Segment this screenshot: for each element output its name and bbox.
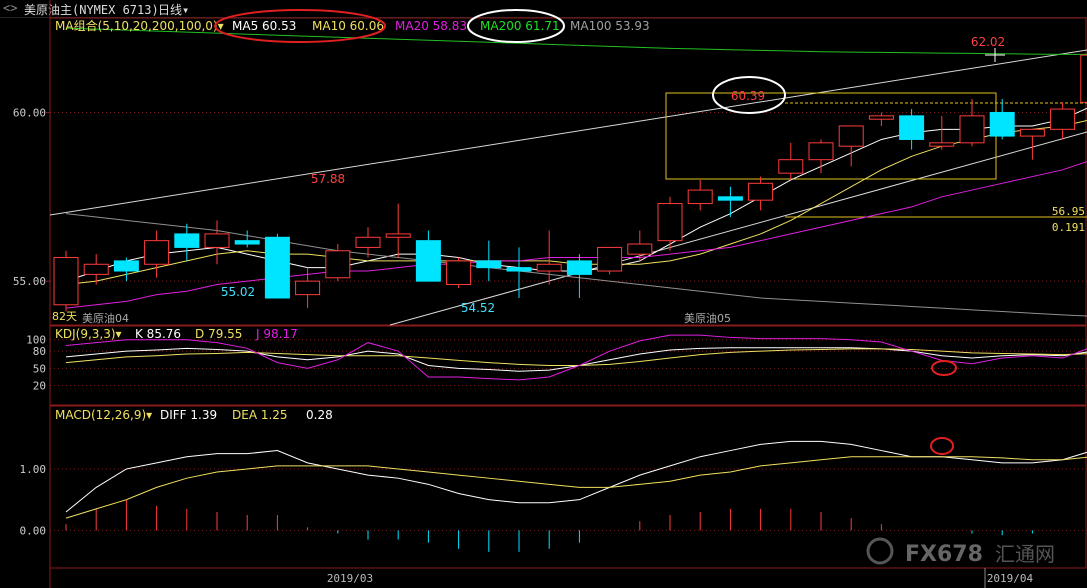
- candle-body: [234, 240, 260, 245]
- trendline-lower: [389, 131, 1087, 326]
- level-value: 0.191: [1052, 221, 1085, 234]
- candle-body: [748, 182, 774, 201]
- candle-body: [476, 260, 502, 269]
- macd-readout: DIFF 1.39: [160, 408, 217, 422]
- candle-body: [174, 233, 200, 248]
- candle-body: [113, 260, 139, 272]
- price-label: 55.00: [13, 275, 46, 288]
- candle-body: [838, 125, 864, 147]
- macd-level-label: 1.00: [20, 463, 47, 476]
- candle-body: [959, 115, 985, 144]
- peak-annotation: 60.39: [731, 89, 765, 103]
- kdj-level-label: 20: [33, 380, 46, 393]
- kdj-line-k: [65, 347, 1087, 372]
- kdj-level-label: 80: [33, 345, 46, 358]
- candle-body: [446, 260, 472, 286]
- candle-body: [687, 189, 713, 205]
- macd-level-label: 0.00: [20, 524, 47, 537]
- ma-readout: MA10 60.06: [312, 19, 384, 33]
- ma-readout: MA100 53.93: [570, 19, 650, 33]
- contract-label: 美原油05: [684, 311, 731, 325]
- macd-line-dea: [65, 456, 1087, 519]
- candle-body: [83, 263, 109, 275]
- candle-body: [204, 233, 230, 248]
- swing-low-annotation: 55.02: [221, 285, 255, 299]
- candle-body: [1080, 54, 1087, 103]
- candle-body: [415, 240, 441, 282]
- pane-border: [49, 17, 1087, 326]
- ma-line-ma20: [65, 161, 1087, 309]
- candle-body: [808, 142, 834, 161]
- candle-body: [536, 263, 562, 272]
- candle-body: [53, 257, 79, 306]
- candle-body: [778, 159, 804, 174]
- macd-indicator-label: MACD(12,26,9)▾: [55, 408, 152, 422]
- candle-body: [566, 260, 592, 275]
- watermark-subtext: 汇通网: [995, 542, 1055, 566]
- kdj-readout: J 98.17: [255, 327, 298, 341]
- candle-body: [1050, 108, 1076, 130]
- contract-label: 美原油04: [82, 311, 129, 325]
- candle-body: [144, 240, 170, 265]
- macd-readout: 0.28: [306, 408, 333, 422]
- macd-readout: DEA 1.25: [232, 408, 288, 422]
- candlestick-chart[interactable]: 60.00 55.00 56.95 0.191 62.02 60.39 57.88 55.02…: [0, 0, 1087, 588]
- swing-high-annotation: 57.88: [311, 172, 345, 186]
- ma-readout: MA5 60.53: [232, 19, 296, 33]
- kdj-line-j: [65, 334, 1087, 381]
- ma-line-ma10: [65, 119, 1087, 286]
- price-label: 60.00: [13, 106, 46, 119]
- candle-body: [295, 280, 321, 296]
- trendline-upper: [49, 49, 1087, 216]
- candle-body: [929, 142, 955, 147]
- watermark-logo: [866, 537, 894, 565]
- ma-indicator-label: MA组合(5,10,20,200,100,0)▾: [55, 18, 224, 33]
- candle-body: [325, 250, 351, 279]
- kdj-cross-ellipse: [931, 360, 957, 376]
- contract-label: 82天: [52, 310, 77, 323]
- candle-body: [506, 267, 532, 272]
- candle-body: [597, 246, 623, 272]
- candle-body: [1019, 128, 1045, 137]
- candle-body: [899, 115, 925, 140]
- kdj-indicator-label: KDJ(9,3,3)▾: [55, 327, 122, 341]
- ma-readout: MA20 58.83: [395, 19, 467, 33]
- candle-body: [717, 196, 743, 201]
- x-axis-label: 2019/04: [987, 572, 1034, 585]
- candle-body: [657, 203, 683, 242]
- level-value: 56.95: [1052, 205, 1085, 218]
- candle-body: [264, 236, 290, 299]
- kdj-readout: K 85.76: [135, 327, 181, 341]
- macd-cross-ellipse: [930, 437, 954, 455]
- candle-body: [627, 243, 653, 255]
- candle-body: [355, 236, 381, 248]
- x-axis-label: 2019/03: [327, 572, 373, 585]
- watermark-text: FX678: [905, 542, 983, 567]
- consolidation-box: [665, 92, 997, 180]
- candle-body: [385, 233, 411, 238]
- high-annotation: 62.02: [971, 35, 1005, 49]
- candle-body: [989, 111, 1015, 137]
- kdj-level-label: 50: [33, 362, 46, 375]
- ma-readout: MA200 61.71: [480, 19, 560, 33]
- kdj-readout: D 79.55: [195, 327, 242, 341]
- swing-low-annotation: 54.52: [461, 301, 495, 315]
- candle-body: [868, 115, 894, 120]
